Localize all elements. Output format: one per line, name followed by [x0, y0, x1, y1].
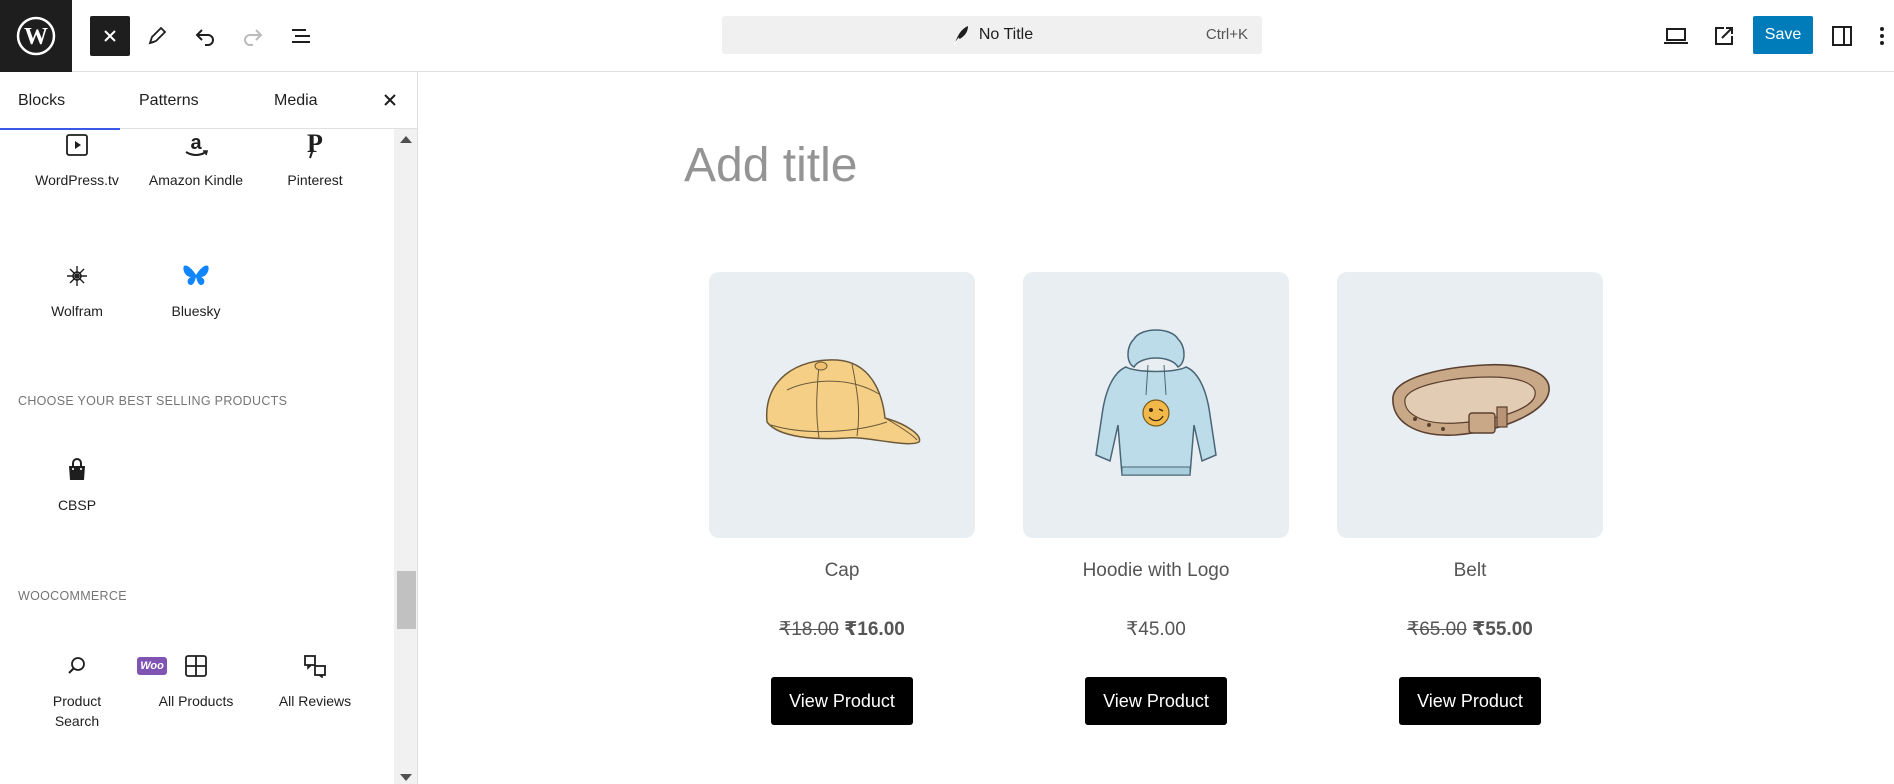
view-post-button[interactable] — [1704, 16, 1744, 56]
regular-price: ₹45.00 — [1126, 619, 1186, 640]
product-price: ₹45.00 — [1023, 618, 1289, 641]
view-product-button[interactable]: View Product — [771, 677, 913, 725]
close-icon — [384, 94, 396, 106]
regular-price: ₹18.00 — [779, 619, 839, 640]
shopping-bag-icon — [69, 458, 85, 480]
block-inserter-panel: Blocks Patterns Media WordPress.tv a Ama… — [0, 72, 418, 784]
wolfram-icon — [67, 266, 87, 286]
undo-button[interactable] — [185, 16, 225, 56]
amazon-icon: a — [185, 132, 209, 156]
product-image[interactable] — [1337, 272, 1603, 538]
search-icon — [68, 657, 85, 674]
block-all-reviews[interactable]: All Reviews — [265, 649, 365, 711]
redo-button[interactable] — [233, 16, 273, 56]
block-wolfram[interactable]: Wolfram — [27, 259, 127, 321]
list-view-icon — [292, 29, 310, 43]
document-title: No Title — [978, 26, 1034, 43]
pinterest-icon: P — [307, 131, 323, 159]
post-title-placeholder[interactable]: Add title — [684, 138, 857, 193]
belt-image — [1392, 363, 1550, 436]
product-name[interactable]: Belt — [1337, 560, 1603, 582]
tab-patterns[interactable]: Patterns — [139, 72, 199, 129]
sidebar-scrollbar[interactable] — [394, 129, 417, 784]
block-bluesky[interactable]: Bluesky — [146, 259, 246, 321]
redo-icon — [244, 29, 263, 46]
laptop-icon — [1664, 28, 1688, 44]
pencil-icon — [148, 26, 167, 45]
close-icon — [104, 30, 116, 42]
view-product-button[interactable]: View Product — [1399, 677, 1541, 725]
section-title-cbsp: CHOOSE YOUR BEST SELLING PRODUCTS — [18, 394, 288, 408]
product-name[interactable]: Cap — [709, 560, 975, 582]
grid-icon — [185, 655, 207, 677]
scroll-up-arrow-icon[interactable] — [400, 136, 412, 143]
block-pinterest[interactable]: P Pinterest — [265, 128, 365, 190]
product-price: ₹65.00 ₹55.00 — [1337, 618, 1603, 641]
product-image[interactable] — [709, 272, 975, 538]
undo-icon — [195, 29, 214, 46]
svg-text:W: W — [24, 24, 48, 50]
scrollbar-thumb[interactable] — [397, 571, 416, 629]
options-menu-button[interactable] — [1870, 16, 1894, 56]
product-name[interactable]: Hoodie with Logo — [1023, 560, 1289, 582]
sale-price: ₹55.00 — [1472, 619, 1533, 640]
product-card-cap: Cap ₹18.00 ₹16.00 View Product — [709, 272, 975, 725]
close-panel-button[interactable] — [376, 86, 404, 114]
product-image[interactable] — [1023, 272, 1289, 538]
block-cbsp[interactable]: CBSP — [27, 453, 127, 515]
document-overview-button[interactable] — [281, 16, 321, 56]
editor-toolbar: W No Title Ctrl+K Save — [0, 0, 1894, 72]
wordpress-logo-button[interactable]: W — [0, 0, 72, 72]
external-link-icon — [1715, 27, 1733, 45]
preview-button[interactable] — [1656, 16, 1696, 56]
scroll-down-arrow-icon[interactable] — [400, 774, 412, 781]
more-vertical-icon — [1880, 27, 1884, 45]
product-price: ₹18.00 ₹16.00 — [709, 618, 975, 641]
cap-image — [766, 359, 921, 445]
block-amazon-kindle[interactable]: a Amazon Kindle — [146, 128, 246, 190]
product-card-hoodie: Hoodie with Logo ₹45.00 View Product — [1023, 272, 1289, 725]
section-title-woocommerce: WOOCOMMERCE — [18, 589, 127, 603]
bluesky-icon — [183, 265, 209, 285]
tab-blocks[interactable]: Blocks — [0, 72, 121, 130]
block-all-products[interactable]: All Products — [146, 649, 246, 711]
block-wordpress-tv[interactable]: WordPress.tv — [27, 128, 127, 190]
block-product-search[interactable]: Product Search — [27, 649, 127, 731]
tools-button[interactable] — [137, 16, 177, 56]
wordpress-logo-icon: W — [16, 16, 56, 56]
regular-price: ₹65.00 — [1407, 619, 1467, 640]
settings-sidebar-button[interactable] — [1822, 16, 1862, 56]
close-inserter-button[interactable] — [90, 16, 130, 56]
quill-icon — [953, 26, 968, 46]
video-embed-icon — [66, 134, 88, 156]
hoodie-image — [1095, 329, 1217, 476]
sidebar-toggle-icon — [1832, 26, 1852, 46]
svg-text:a: a — [190, 132, 202, 154]
view-product-button[interactable]: View Product — [1085, 677, 1227, 725]
svg-text:P: P — [307, 131, 323, 158]
shortcut-hint: Ctrl+K — [1205, 26, 1248, 43]
tab-media[interactable]: Media — [274, 72, 318, 129]
reviews-icon — [304, 655, 326, 678]
sale-price: ₹16.00 — [844, 619, 905, 640]
command-palette-bar[interactable]: No Title Ctrl+K — [722, 16, 1262, 54]
product-card-belt: Belt ₹65.00 ₹55.00 View Product — [1337, 272, 1603, 725]
save-button[interactable]: Save — [1753, 16, 1813, 54]
inserter-tabs: Blocks Patterns Media — [0, 72, 417, 130]
